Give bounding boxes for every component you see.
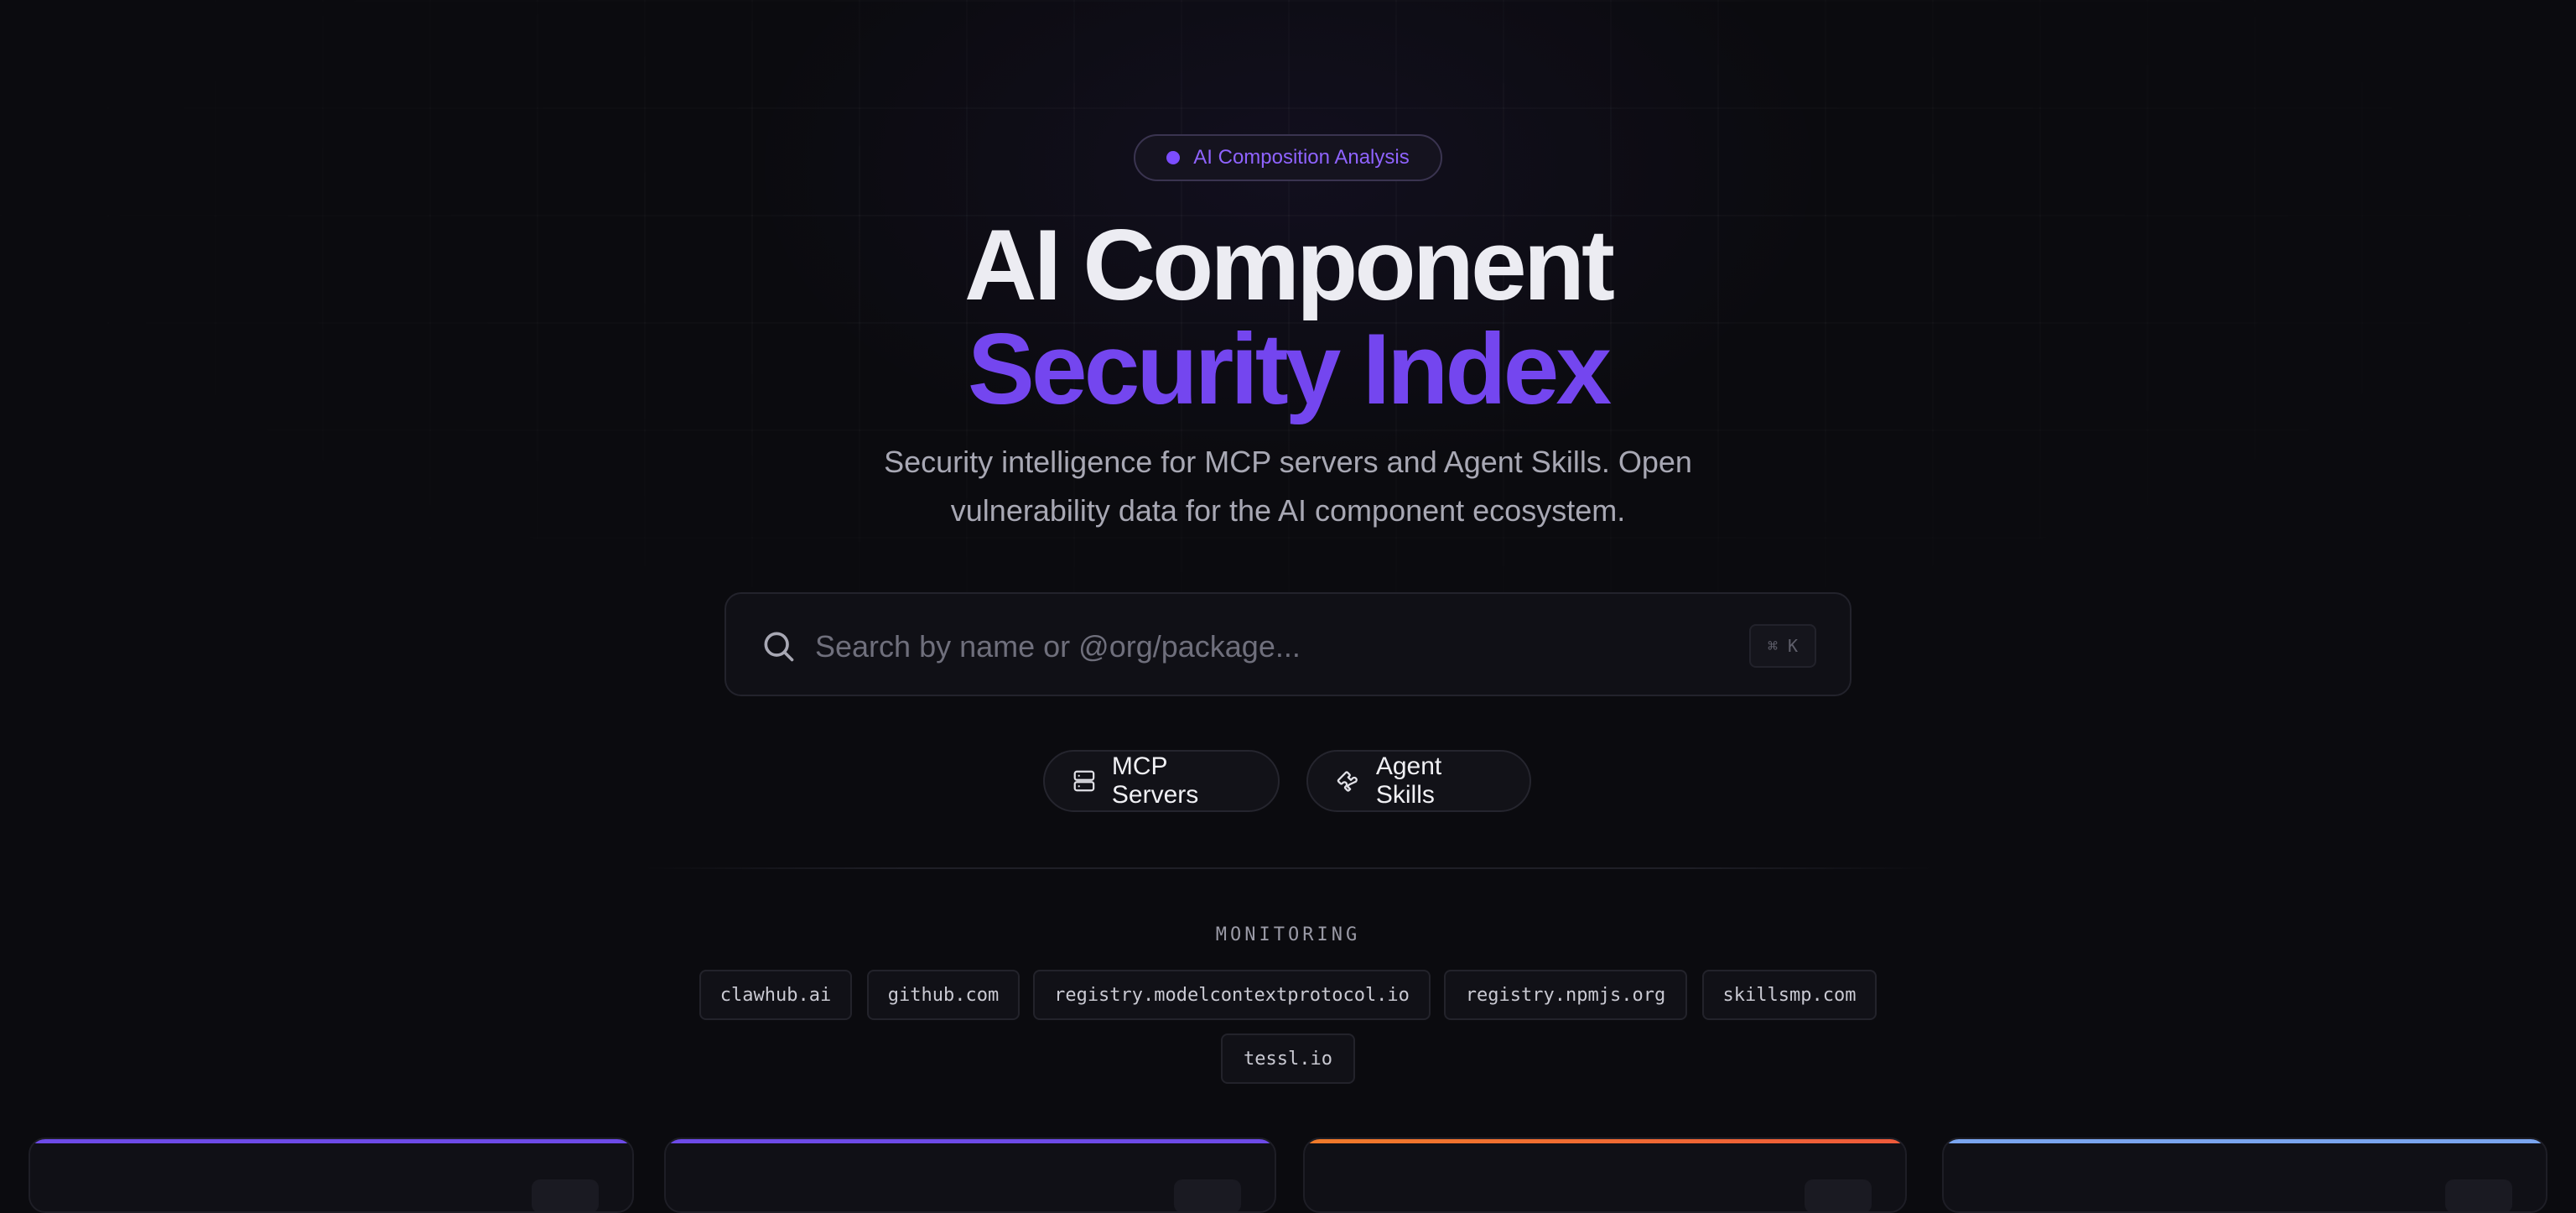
page-title-line2: Security Index [967,313,1612,425]
card-badge [1805,1179,1872,1211]
monitored-source-chip[interactable]: registry.npmjs.org [1444,970,1687,1020]
page-subtitle: Security intelligence for MCP servers an… [884,445,1692,528]
card-badge [2445,1179,2512,1211]
search-icon [764,632,794,662]
badge-label: AI Composition Analysis [1193,146,1410,169]
stat-card[interactable] [664,1138,1276,1213]
monitored-source-chip[interactable]: registry.modelcontextprotocol.io [1033,970,1431,1020]
monitored-source-chip[interactable]: github.com [867,970,1020,1020]
filter-agent-skills-button[interactable]: Agent Skills [1306,750,1531,812]
section-divider [644,867,1932,869]
monitored-source-chip[interactable]: clawhub.ai [699,970,852,1020]
hero-section: AI Composition Analysis AI Component Sec… [0,0,2576,1213]
card-accent-bar [1305,1139,1905,1143]
server-icon [1073,770,1095,792]
monitoring-heading: MONITORING [1215,924,1361,945]
stat-card[interactable] [1942,1138,2547,1213]
badge-dot-icon [1166,151,1181,164]
filter-mcp-servers-button[interactable]: MCP Servers [1043,750,1280,812]
filter-mcp-servers-label: MCP Servers [1111,752,1199,809]
page-title-line1: AI Component [964,209,1615,321]
monitored-source-chip[interactable]: skillsmp.com [1702,970,1877,1020]
monitored-source-chip[interactable]: tessl.io [1221,1033,1355,1084]
card-accent-bar [1944,1139,2546,1143]
card-badge [532,1179,599,1211]
search-input[interactable] [813,619,1655,674]
search-shortcut-hint: ⌘ K [1749,624,1816,668]
card-badge [1174,1179,1241,1211]
search-box[interactable]: ⌘ K [724,592,1852,696]
stat-card[interactable] [1303,1138,1907,1213]
stat-card[interactable] [29,1138,634,1213]
hero-badge: AI Composition Analysis [1134,134,1442,181]
card-accent-bar [30,1139,632,1143]
puzzle-icon [1337,771,1358,792]
card-accent-bar [666,1139,1275,1143]
filter-agent-skills-label: Agent Skills [1375,752,1442,809]
